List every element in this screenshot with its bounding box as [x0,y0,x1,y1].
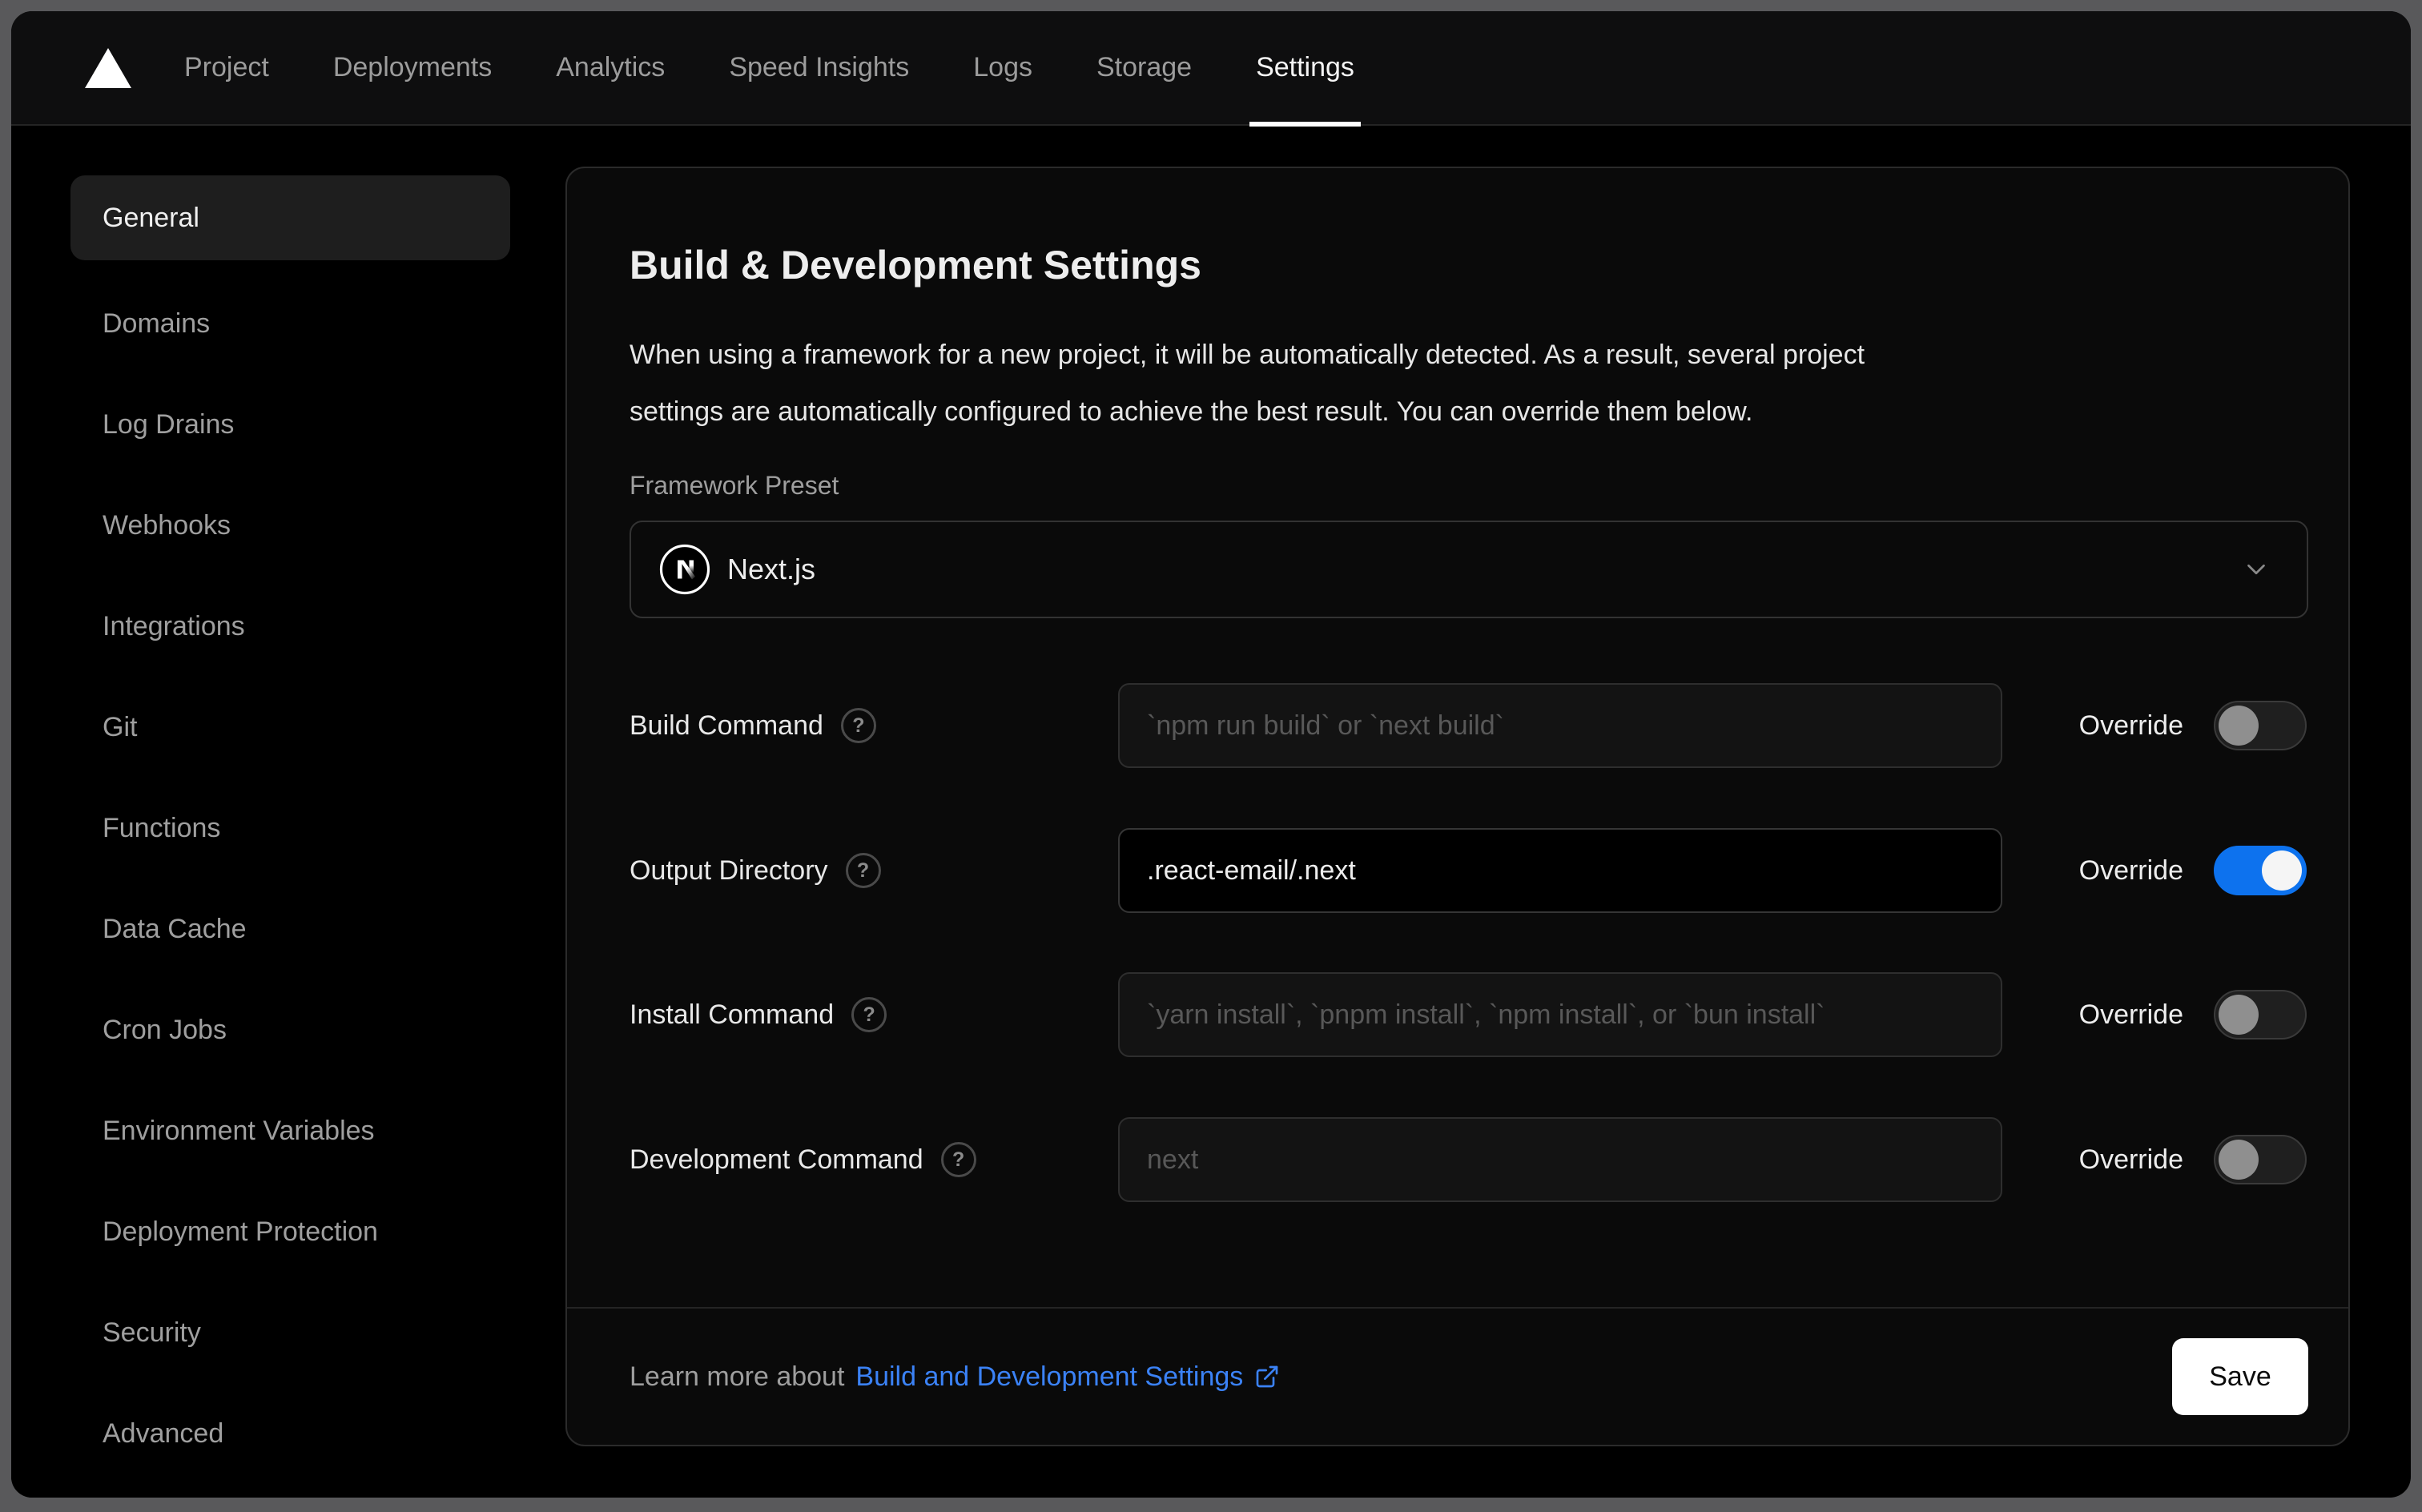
override-label: Override [2078,999,2183,1030]
card-description-line2: settings are automatically configured to… [630,396,1753,427]
install-command-input[interactable] [1118,972,2002,1057]
install-command-row: Install Command ? Override [567,972,2348,1057]
external-link-icon [1256,1365,1278,1388]
sidebar-item-functions[interactable]: Functions [11,778,565,879]
development-command-row: Development Command ? Override [567,1117,2348,1202]
build-command-input[interactable] [1118,683,2002,768]
toggle-knob [2219,995,2259,1035]
card-description: When using a framework for a new project… [630,327,2303,440]
nav-tab-settings[interactable]: Settings [1249,11,1361,127]
card-description-line1: When using a framework for a new project… [630,340,1865,370]
output-directory-override-toggle[interactable] [2214,846,2307,895]
build-command-label: Build Command ? [630,683,876,768]
top-navigation: Project Deployments Analytics Speed Insi… [11,11,2411,127]
output-directory-label: Output Directory ? [630,828,881,913]
override-label: Override [2078,1144,2183,1175]
sidebar-item-advanced[interactable]: Advanced [11,1383,565,1484]
build-command-override: Override [2079,683,2307,768]
override-label: Override [2078,855,2183,886]
development-command-input[interactable] [1118,1117,2002,1202]
sidebar-item-git[interactable]: Git [11,677,565,778]
help-icon[interactable]: ? [940,1142,976,1177]
install-command-label: Install Command ? [630,972,887,1057]
toggle-knob [2262,850,2302,891]
sidebar-item-deployment-protection[interactable]: Deployment Protection [11,1181,565,1282]
card-footer: Learn more about Build and Development S… [630,1309,2308,1445]
chevron-down-icon [2241,554,2271,585]
output-directory-override: Override [2079,828,2307,913]
nav-tab-analytics[interactable]: Analytics [556,11,665,125]
development-command-label-text: Development Command [630,1144,923,1175]
install-command-override: Override [2079,972,2307,1057]
build-settings-card: Build & Development Settings When using … [565,167,2350,1446]
sidebar-item-environment-variables[interactable]: Environment Variables [11,1080,565,1181]
vercel-logo-icon[interactable] [85,47,131,88]
nav-tab-deployments[interactable]: Deployments [333,11,492,125]
build-command-label-text: Build Command [630,710,823,741]
override-label: Override [2078,710,2183,741]
sidebar-item-domains[interactable]: Domains [11,273,565,374]
sidebar-item-log-drains[interactable]: Log Drains [11,374,565,475]
sidebar-item-general[interactable]: General [70,175,510,260]
output-directory-input[interactable] [1118,828,2002,913]
help-icon[interactable]: ? [851,997,887,1032]
help-icon[interactable]: ? [840,708,876,743]
framework-preset-label: Framework Preset [630,471,839,500]
toggle-knob [2219,706,2259,746]
settings-sidebar: General Domains Log Drains Webhooks Inte… [11,127,565,1498]
nav-tab-project[interactable]: Project [184,11,269,125]
vercel-dashboard-window: Project Deployments Analytics Speed Insi… [11,11,2411,1498]
nav-tab-logs[interactable]: Logs [973,11,1032,125]
install-command-label-text: Install Command [630,999,835,1030]
nav-tab-speed-insights[interactable]: Speed Insights [729,11,909,125]
sidebar-item-webhooks[interactable]: Webhooks [11,475,565,576]
sidebar-item-integrations[interactable]: Integrations [11,576,565,677]
nextjs-logo-icon [658,543,711,596]
development-command-override-toggle[interactable] [2214,1135,2307,1184]
install-command-override-toggle[interactable] [2214,990,2307,1040]
learn-more-text: Learn more about [630,1361,845,1392]
build-command-row: Build Command ? Override [567,683,2348,768]
card-title: Build & Development Settings [630,243,1201,288]
framework-preset-select[interactable]: Next.js [630,521,2308,618]
toggle-knob [2219,1140,2259,1180]
build-settings-docs-link[interactable]: Build and Development Settings [855,1361,1280,1393]
nav-tab-storage[interactable]: Storage [1096,11,1192,125]
build-command-override-toggle[interactable] [2214,701,2307,750]
framework-preset-value: Next.js [727,553,816,585]
sidebar-item-cron-jobs[interactable]: Cron Jobs [11,979,565,1080]
docs-link-text: Build and Development Settings [855,1361,1244,1392]
help-icon[interactable]: ? [845,853,881,888]
sidebar-item-data-cache[interactable]: Data Cache [11,879,565,979]
output-directory-label-text: Output Directory [630,855,828,886]
development-command-override: Override [2079,1117,2307,1202]
save-button[interactable]: Save [2172,1338,2308,1415]
development-command-label: Development Command ? [630,1117,976,1202]
output-directory-row: Output Directory ? Override [567,828,2348,913]
sidebar-item-security[interactable]: Security [11,1282,565,1383]
